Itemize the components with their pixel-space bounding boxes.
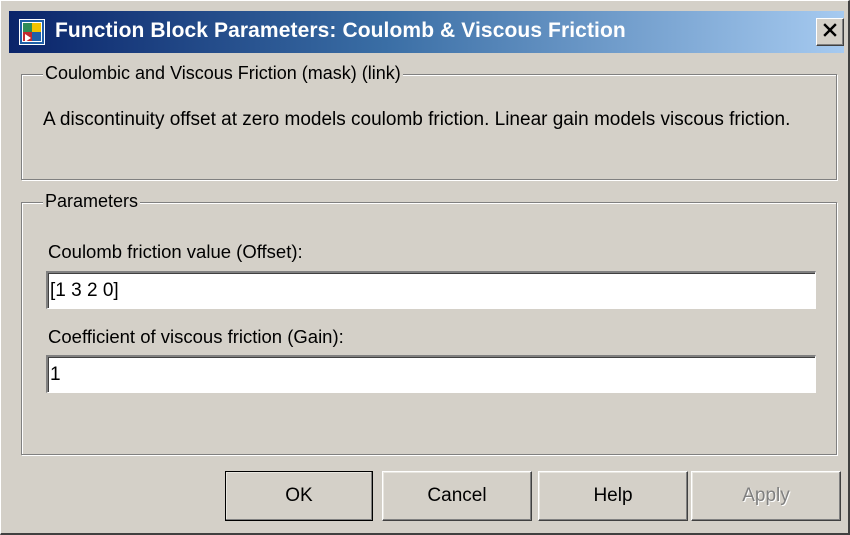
help-button[interactable]: Help bbox=[538, 471, 688, 521]
close-x-icon bbox=[822, 22, 838, 43]
mask-description: A discontinuity offset at zero models co… bbox=[43, 109, 791, 130]
title-bar[interactable]: Function Block Parameters: Coulomb & Vis… bbox=[9, 11, 844, 53]
cancel-button[interactable]: Cancel bbox=[382, 471, 532, 521]
apply-button[interactable]: Apply bbox=[691, 471, 841, 521]
offset-input[interactable] bbox=[46, 271, 816, 309]
dialog-window: Function Block Parameters: Coulomb & Vis… bbox=[0, 0, 850, 535]
close-button[interactable] bbox=[816, 18, 844, 46]
offset-label: Coulomb friction value (Offset): bbox=[48, 241, 303, 262]
mask-group-legend: Coulombic and Viscous Friction (mask) (l… bbox=[43, 63, 403, 84]
gain-input[interactable] bbox=[46, 355, 816, 393]
window-title: Function Block Parameters: Coulomb & Vis… bbox=[55, 19, 626, 42]
gain-label: Coefficient of viscous friction (Gain): bbox=[48, 326, 344, 347]
simulink-block-icon bbox=[19, 19, 45, 45]
parameters-group-legend: Parameters bbox=[43, 191, 141, 212]
ok-button[interactable]: OK bbox=[225, 471, 373, 521]
